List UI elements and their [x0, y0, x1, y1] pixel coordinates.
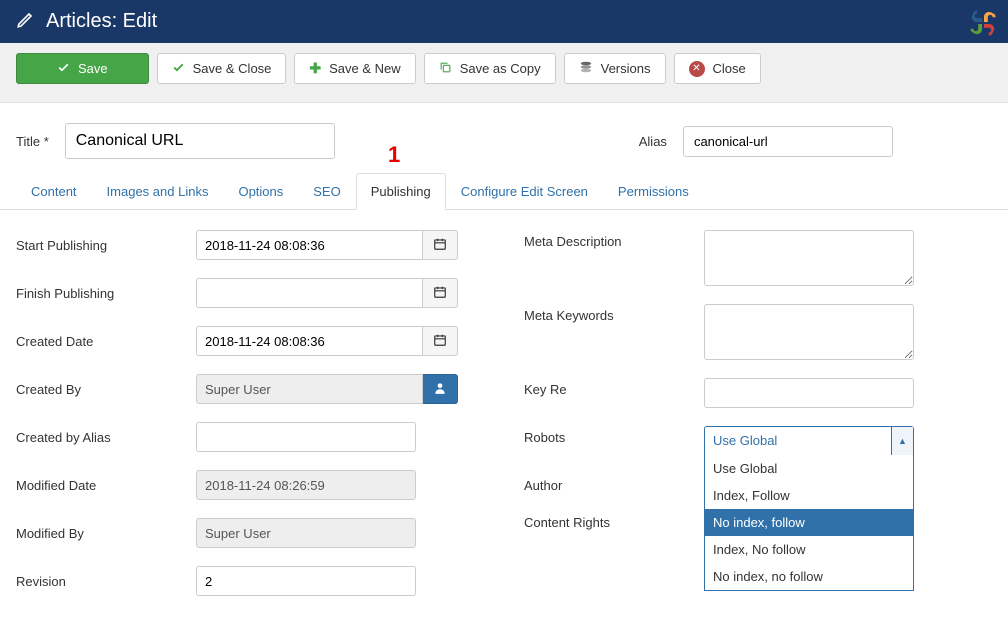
finish-publishing-input[interactable]	[196, 278, 423, 308]
close-button[interactable]: ✕ Close	[674, 53, 761, 84]
created-by-alias-label: Created by Alias	[16, 430, 196, 445]
modified-date-input	[196, 470, 416, 500]
stack-icon	[579, 60, 593, 77]
save-copy-button[interactable]: Save as Copy	[424, 53, 556, 84]
created-date-input[interactable]	[196, 326, 423, 356]
robots-option-index-follow[interactable]: Index, Follow	[705, 482, 913, 509]
finish-publishing-calendar-button[interactable]	[423, 278, 458, 308]
tab-configure[interactable]: Configure Edit Screen	[446, 173, 603, 210]
title-alias-row: Title * Alias	[0, 103, 1008, 173]
chevron-up-icon: ▲	[891, 427, 913, 455]
start-publishing-calendar-button[interactable]	[423, 230, 458, 260]
created-by-user-button[interactable]	[423, 374, 458, 404]
publishing-panel: Start Publishing Finish Publishing Creat…	[0, 210, 1008, 634]
robots-option-noindex-follow[interactable]: No index, follow	[705, 509, 913, 536]
created-date-calendar-button[interactable]	[423, 326, 458, 356]
plus-icon: ✚	[309, 60, 321, 77]
page-title: Articles: Edit	[46, 10, 157, 33]
save-new-label: Save & New	[329, 61, 401, 76]
save-button[interactable]: Save	[16, 53, 149, 84]
finish-publishing-label: Finish Publishing	[16, 286, 196, 301]
content-rights-label: Content Rights	[524, 511, 704, 530]
modified-by-input	[196, 518, 416, 548]
tab-content[interactable]: Content	[16, 173, 92, 210]
tab-options[interactable]: Options	[223, 173, 298, 210]
revision-input[interactable]	[196, 566, 416, 596]
title-input[interactable]	[65, 123, 335, 159]
calendar-icon	[433, 237, 447, 254]
header-bar: Articles: Edit	[0, 0, 1008, 43]
modified-date-label: Modified Date	[16, 478, 196, 493]
meta-description-input[interactable]	[704, 230, 914, 286]
joomla-logo-icon	[966, 6, 1000, 43]
robots-option-index-nofollow[interactable]: Index, No follow	[705, 536, 913, 563]
robots-dropdown: Use Global Index, Follow No index, follo…	[704, 455, 914, 591]
save-label: Save	[78, 61, 108, 76]
modified-by-label: Modified By	[16, 526, 196, 541]
copy-icon	[439, 61, 452, 77]
key-reference-input[interactable]	[704, 378, 914, 408]
meta-keywords-label: Meta Keywords	[524, 304, 704, 323]
robots-selected: Use Global	[705, 427, 891, 455]
apply-icon	[57, 61, 70, 77]
alias-input[interactable]	[683, 126, 893, 157]
robots-label: Robots	[524, 426, 704, 445]
tab-publishing[interactable]: Publishing	[356, 173, 446, 210]
robots-option-use-global[interactable]: Use Global	[705, 455, 913, 482]
calendar-icon	[433, 285, 447, 302]
title-label: Title *	[16, 134, 49, 149]
save-close-button[interactable]: Save & Close	[157, 53, 287, 84]
start-publishing-label: Start Publishing	[16, 238, 196, 253]
user-icon	[433, 381, 447, 398]
tabs: Content Images and Links Options SEO Pub…	[0, 173, 1008, 210]
calendar-icon	[433, 333, 447, 350]
close-label: Close	[713, 61, 746, 76]
created-date-label: Created Date	[16, 334, 196, 349]
created-by-label: Created By	[16, 382, 196, 397]
robots-option-noindex-nofollow[interactable]: No index, no follow	[705, 563, 913, 590]
tab-images-links[interactable]: Images and Links	[92, 173, 224, 210]
created-by-input	[196, 374, 423, 404]
versions-label: Versions	[601, 61, 651, 76]
save-copy-label: Save as Copy	[460, 61, 541, 76]
versions-button[interactable]: Versions	[564, 53, 666, 84]
save-new-button[interactable]: ✚ Save & New	[294, 53, 415, 84]
save-close-label: Save & Close	[193, 61, 272, 76]
robots-select[interactable]: Use Global ▲ Use Global Index, Follow No…	[704, 426, 914, 456]
check-icon	[172, 61, 185, 77]
tab-permissions[interactable]: Permissions	[603, 173, 704, 210]
alias-label: Alias	[639, 134, 667, 149]
close-icon: ✕	[689, 61, 705, 77]
revision-label: Revision	[16, 574, 196, 589]
toolbar: Save Save & Close ✚ Save & New Save as C…	[0, 43, 1008, 103]
created-by-alias-input[interactable]	[196, 422, 416, 452]
author-label: Author	[524, 474, 704, 493]
meta-keywords-input[interactable]	[704, 304, 914, 360]
meta-description-label: Meta Description	[524, 230, 704, 249]
key-reference-label: Key Re	[524, 378, 704, 397]
pencil-icon	[16, 11, 34, 32]
tab-seo[interactable]: SEO	[298, 173, 355, 210]
start-publishing-input[interactable]	[196, 230, 423, 260]
